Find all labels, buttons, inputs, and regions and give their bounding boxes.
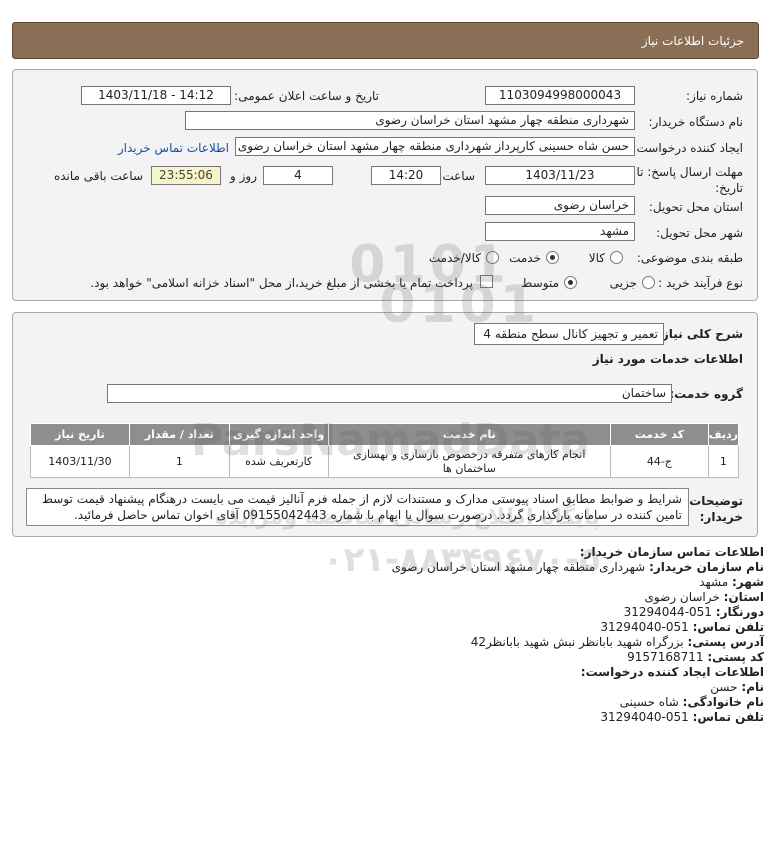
creator-phone-value: 051-31294040 [600, 710, 689, 724]
category-goods-label: کالا [588, 251, 605, 265]
need-details-panel: شماره نیاز: 1103094998000043 تاریخ و ساع… [12, 69, 758, 301]
buyer-postal-line: کد پستی: 9157168711 [627, 650, 764, 665]
col-header-name: نام خدمت [327, 423, 611, 446]
treasury-checkbox-icon[interactable] [480, 275, 493, 288]
payment-note: پرداخت تمام یا بخشی از مبلغ خرید،از محل … [90, 276, 473, 290]
cell-service-name: انجام کارهای متفرقه درخصوص بازسازی و بهس… [327, 445, 611, 478]
buyer-phone-value: 051-31294040 [600, 620, 689, 634]
cell-unit: کارتعریف شده [228, 445, 329, 478]
buyer-fax-value: 051-31294044 [623, 605, 712, 619]
creator-name-label: نام: [741, 680, 764, 694]
services-title: اطلاعات خدمات مورد نیاز [592, 352, 743, 366]
service-group-label: گروه خدمت: [669, 387, 743, 401]
creator-family-value: شاه حسینی [619, 695, 679, 709]
creator-name-line: نام: حسن [710, 680, 764, 695]
services-table: ردیف کد خدمت نام خدمت واحد اندازه گیری ت… [30, 423, 740, 478]
category-goods-service-label: کالا/خدمت [428, 251, 481, 265]
summary-label: شرح کلی نیاز: [657, 327, 743, 341]
process-medium-radio-icon[interactable] [564, 276, 577, 289]
buyer-city-value: مشهد [699, 575, 729, 589]
col-header-date: تاریخ نیاز [30, 423, 130, 446]
page-title: جزئیات اطلاعات نیاز [641, 34, 744, 48]
creator-family-label: نام خانوادگی: [682, 695, 764, 709]
creator-contact-title: اطلاعات ایجاد کننده درخواست: [580, 665, 764, 679]
buyer-province-value: خراسان رضوی [644, 590, 720, 604]
summary-field: تعمیر و تجهیز کانال سطح منطقه 4 [474, 323, 664, 345]
creator-label: ایجاد کننده درخواست: [632, 141, 743, 155]
announce-label: تاریخ و ساعت اعلان عمومی: [234, 89, 379, 103]
notes-label: توضیحات خریدار: [689, 494, 743, 524]
buyer-contact-title: اطلاعات تماس سازمان خریدار: [579, 545, 764, 559]
buyer-city-label: شهر: [732, 575, 764, 589]
remaining-time-field: 23:55:06 [151, 166, 221, 185]
category-service-radio-icon[interactable] [546, 251, 559, 264]
service-group-field: ساختمان [107, 384, 672, 403]
title-bar: جزئیات اطلاعات نیاز [12, 22, 759, 59]
buyer-city-line: شهر: مشهد [699, 575, 764, 590]
buyer-org-value: شهرداری منطقه چهار مشهد استان خراسان رضو… [391, 560, 646, 574]
buyer-postal-value: 9157168711 [627, 650, 704, 664]
buyer-phone-line: تلفن تماس: 051-31294040 [600, 620, 764, 635]
creator-phone-line: تلفن تماس: 051-31294040 [600, 710, 764, 725]
days-field: 4 [263, 166, 333, 185]
buyer-field: شهرداری منطقه چهار مشهد استان خراسان رضو… [185, 111, 635, 130]
deadline-time-field: 14:20 [371, 166, 441, 185]
province-label: استان محل تحویل: [648, 200, 743, 214]
buyer-notes-field: شرایط و ضوابط مطابق اسناد پیوستی مدارک و… [26, 488, 689, 526]
province-field: خراسان رضوی [485, 196, 635, 215]
category-service-label: خدمت [509, 251, 541, 265]
cell-row-number: 1 [707, 445, 740, 478]
buyer-postal-label: کد پستی: [707, 650, 764, 664]
buyer-label: نام دستگاه خریدار: [648, 115, 744, 129]
creator-phone-label: تلفن تماس: [692, 710, 764, 724]
buyer-fax-label: دورنگار: [715, 605, 764, 619]
category-goods-service-radio-icon[interactable] [486, 251, 499, 264]
buyer-address-value: بزرگراه شهید بابانظر نبش شهید بابانظر42 [470, 635, 684, 649]
buyer-province-label: استان: [723, 590, 764, 604]
days-label: روز و [230, 169, 257, 183]
buyer-address-line: آدرس پستی: بزرگراه شهید بابانظر نبش شهید… [471, 635, 764, 650]
buyer-address-label: آدرس پستی: [687, 635, 764, 649]
buyer-org-line: نام سازمان خریدار: شهرداری منطقه چهار مش… [392, 560, 764, 575]
cell-quantity: 1 [128, 445, 230, 478]
col-header-code: کد خدمت [609, 423, 709, 446]
cell-service-code: ج-44 [609, 445, 709, 478]
city-field: مشهد [485, 222, 635, 241]
process-minor-label: جزیی [609, 276, 637, 290]
category-label: طبقه بندی موضوعی: [636, 251, 743, 265]
table-row: 1 ج-44 انجام کارهای متفرقه درخصوص بازساز… [30, 445, 740, 478]
need-number-label: شماره نیاز: [686, 89, 743, 103]
col-header-unit: واحد اندازه گیری [228, 423, 329, 446]
remaining-label: ساعت باقی مانده [53, 169, 143, 183]
col-header-row: ردیف [707, 423, 740, 446]
buyer-contact-link[interactable]: اطلاعات تماس خریدار [118, 141, 229, 155]
buyer-org-label: نام سازمان خریدار: [649, 560, 764, 574]
process-label: نوع فرآیند خرید : [658, 276, 743, 290]
process-minor-radio-icon[interactable] [642, 276, 655, 289]
creator-field: حسن شاه حسینی کارپرداز شهرداری منطقه چها… [235, 137, 635, 156]
deadline-label: مهلت ارسال پاسخ: تا تاریخ: [636, 165, 743, 195]
city-label: شهر محل تحویل: [656, 226, 743, 240]
creator-family-line: نام خانوادگی: شاه حسینی [620, 695, 764, 710]
buyer-phone-label: تلفن تماس: [692, 620, 764, 634]
category-goods-radio-icon[interactable] [610, 251, 623, 264]
buyer-fax-line: دورنگار: 051-31294044 [624, 605, 764, 620]
announce-field: 1403/11/18 - 14:12 [81, 86, 231, 105]
need-number-field: 1103094998000043 [485, 86, 635, 105]
creator-name-value: حسن [710, 680, 738, 694]
deadline-date-field: 1403/11/23 [485, 166, 635, 185]
cell-need-date: 1403/11/30 [30, 445, 130, 478]
deadline-time-label: ساعت [442, 169, 475, 183]
col-header-qty: تعداد / مقدار [128, 423, 230, 446]
process-medium-label: متوسط [521, 276, 559, 290]
buyer-province-line: استان: خراسان رضوی [645, 590, 764, 605]
